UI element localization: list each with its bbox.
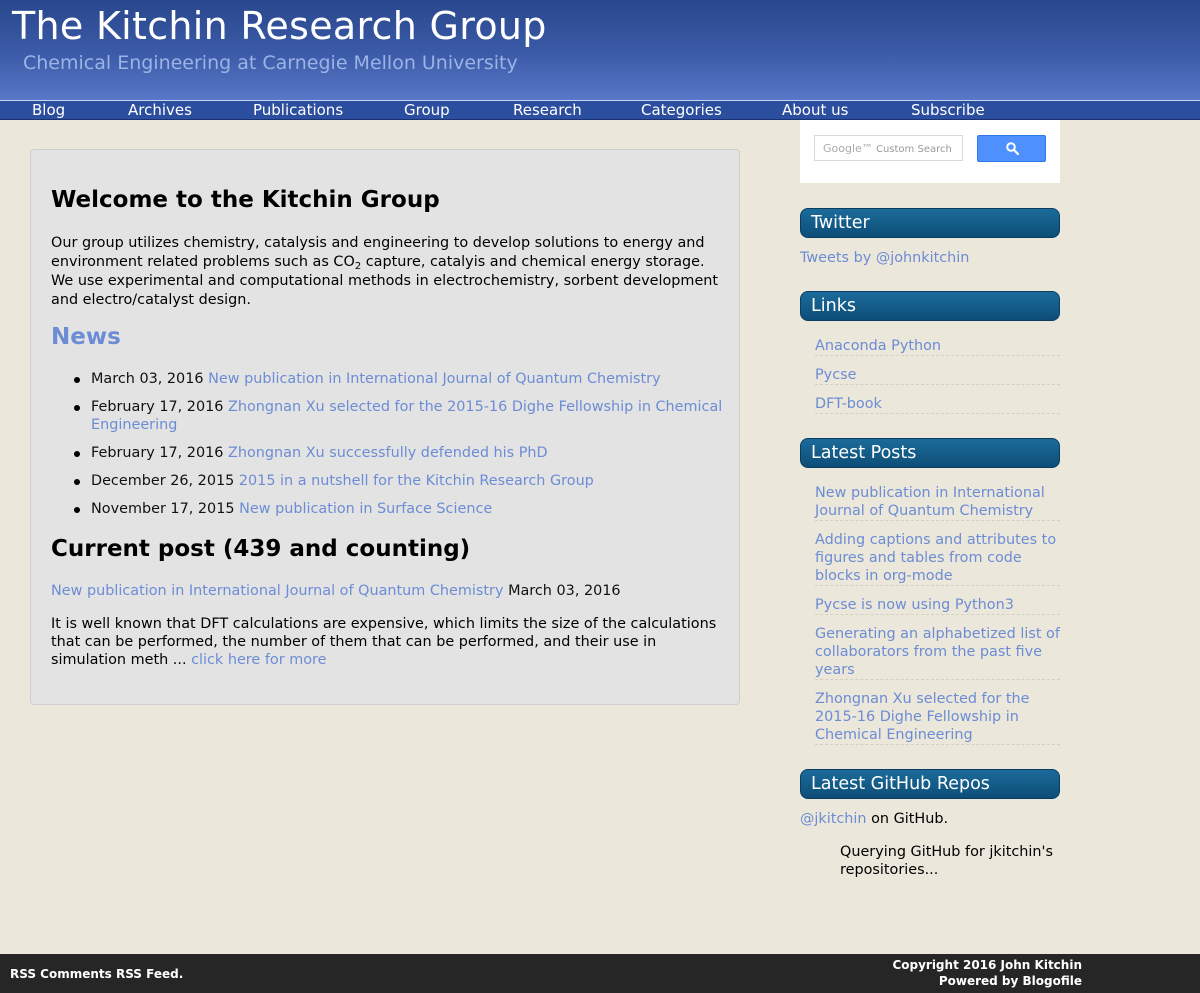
search-button[interactable] xyxy=(977,135,1046,162)
github-status: Querying GitHub for jkitchin's repositor… xyxy=(840,844,1053,878)
github-suffix: on GitHub. xyxy=(866,811,949,827)
news-item: November 17, 2015 New publication in Sur… xyxy=(51,500,731,518)
github-user-line: @jkitchin on GitHub. xyxy=(800,810,948,828)
main-content: Welcome to the Kitchin Group Our group u… xyxy=(30,149,740,705)
nav-about-us[interactable]: About us xyxy=(782,101,848,120)
latest-post-link[interactable]: Pycse is now using Python3 xyxy=(815,596,1060,615)
excerpt-text: It is well known that DFT calculations a… xyxy=(51,616,717,668)
rss-feed-links[interactable]: RSS Comments RSS Feed. xyxy=(10,967,183,981)
current-post-excerpt: It is well known that DFT calculations a… xyxy=(51,615,731,669)
nav-categories[interactable]: Categories xyxy=(641,101,722,120)
nav-publications[interactable]: Publications xyxy=(253,101,343,120)
search-input[interactable]: Google™ Custom Search xyxy=(814,135,963,161)
sidebar-link-dft-book[interactable]: DFT-book xyxy=(815,395,1060,414)
sidebar-link-pycse[interactable]: Pycse xyxy=(815,366,1060,385)
current-post-heading: Current post (439 and counting) xyxy=(51,536,471,562)
news-link[interactable]: Zhongnan Xu successfully defended his Ph… xyxy=(228,445,548,461)
main-nav: Blog Archives Publications Group Researc… xyxy=(0,100,1200,120)
news-date: December 26, 2015 xyxy=(91,473,235,489)
news-date: February 17, 2016 xyxy=(91,445,224,461)
nav-subscribe[interactable]: Subscribe xyxy=(911,101,985,120)
intro-paragraph: Our group utilizes chemistry, catalysis … xyxy=(51,234,731,310)
site-footer: RSS Comments RSS Feed. Copyright 2016 Jo… xyxy=(0,954,1200,993)
links-widget-title: Links xyxy=(800,291,1060,321)
site-header: The Kitchin Research Group Chemical Engi… xyxy=(0,0,1200,100)
nav-archives[interactable]: Archives xyxy=(128,101,192,120)
news-item: February 17, 2016 Zhongnan Xu successful… xyxy=(51,444,731,462)
current-post-line: New publication in International Journal… xyxy=(51,582,731,601)
news-link[interactable]: New publication in International Journal… xyxy=(208,371,660,387)
latest-post-link[interactable]: New publication in International Journal… xyxy=(815,484,1060,521)
latest-post-link[interactable]: Generating an alphabetized list of colla… xyxy=(815,625,1060,680)
nav-research[interactable]: Research xyxy=(513,101,582,120)
latest-posts-widget-title: Latest Posts xyxy=(800,438,1060,468)
news-item: March 03, 2016 New publication in Intern… xyxy=(51,370,731,388)
nav-blog[interactable]: Blog xyxy=(32,101,65,120)
google-brand: Google™ xyxy=(823,142,873,155)
nav-group[interactable]: Group xyxy=(404,101,450,120)
read-more-link[interactable]: click here for more xyxy=(191,652,326,668)
news-item: February 17, 2016 Zhongnan Xu selected f… xyxy=(51,398,731,434)
news-list: March 03, 2016 New publication in Intern… xyxy=(51,370,731,528)
current-post-link[interactable]: New publication in International Journal… xyxy=(51,583,503,599)
twitter-timeline-link[interactable]: Tweets by @johnkitchin xyxy=(800,249,969,267)
current-post-date: March 03, 2016 xyxy=(508,583,621,599)
news-date: February 17, 2016 xyxy=(91,399,224,415)
sidebar-link-anaconda[interactable]: Anaconda Python xyxy=(815,337,1060,356)
site-subtitle: Chemical Engineering at Carnegie Mellon … xyxy=(23,52,518,74)
footer-credits: Copyright 2016 John Kitchin Powered by B… xyxy=(892,957,1082,989)
news-date: March 03, 2016 xyxy=(91,371,204,387)
news-heading: News xyxy=(51,324,121,350)
latest-post-link[interactable]: Adding captions and attributes to figure… xyxy=(815,531,1060,586)
latest-post-link[interactable]: Zhongnan Xu selected for the 2015-16 Dig… xyxy=(815,690,1060,745)
copyright-text: Copyright 2016 John Kitchin xyxy=(892,958,1082,972)
search-icon xyxy=(1006,142,1019,155)
news-item: December 26, 2015 2015 in a nutshell for… xyxy=(51,472,731,490)
news-date: November 17, 2015 xyxy=(91,501,235,517)
news-link[interactable]: 2015 in a nutshell for the Kitchin Resea… xyxy=(239,473,594,489)
welcome-heading: Welcome to the Kitchin Group xyxy=(51,187,440,213)
github-widget-title: Latest GitHub Repos xyxy=(800,769,1060,799)
twitter-widget-title: Twitter xyxy=(800,208,1060,238)
github-user-link[interactable]: @jkitchin xyxy=(800,811,867,827)
news-link[interactable]: New publication in Surface Science xyxy=(239,501,492,517)
powered-by-text: Powered by Blogofile xyxy=(938,974,1082,988)
search-placeholder: Custom Search xyxy=(875,144,952,155)
site-title[interactable]: The Kitchin Research Group xyxy=(12,4,547,48)
